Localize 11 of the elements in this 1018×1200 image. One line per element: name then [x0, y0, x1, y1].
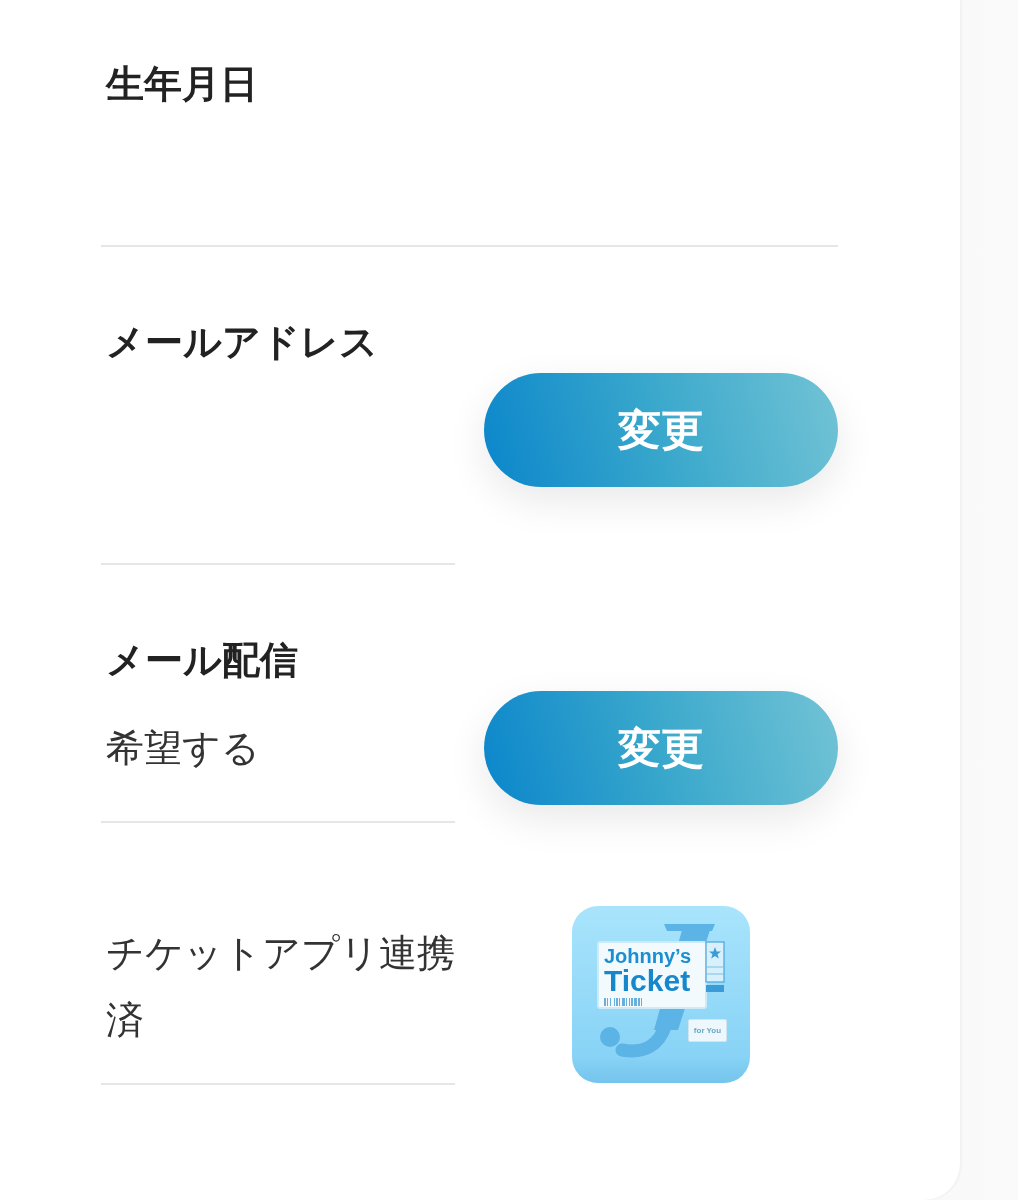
barcode-icon — [604, 998, 644, 1006]
field-label: 生年月日 — [106, 62, 258, 107]
change-button[interactable]: 変更 — [484, 373, 838, 487]
status-text: チケットアプリ連携済 — [106, 931, 455, 1043]
field-label: メール配信 — [106, 638, 298, 683]
field-value: 希望する — [106, 727, 260, 769]
logo-brand-text: Johnny’s — [604, 946, 692, 967]
logo-tag: for You — [688, 1019, 727, 1042]
change-button[interactable]: 変更 — [484, 691, 838, 805]
field-label: メールアドレス — [106, 320, 378, 365]
logo-ticket-text: Ticket — [604, 967, 691, 995]
